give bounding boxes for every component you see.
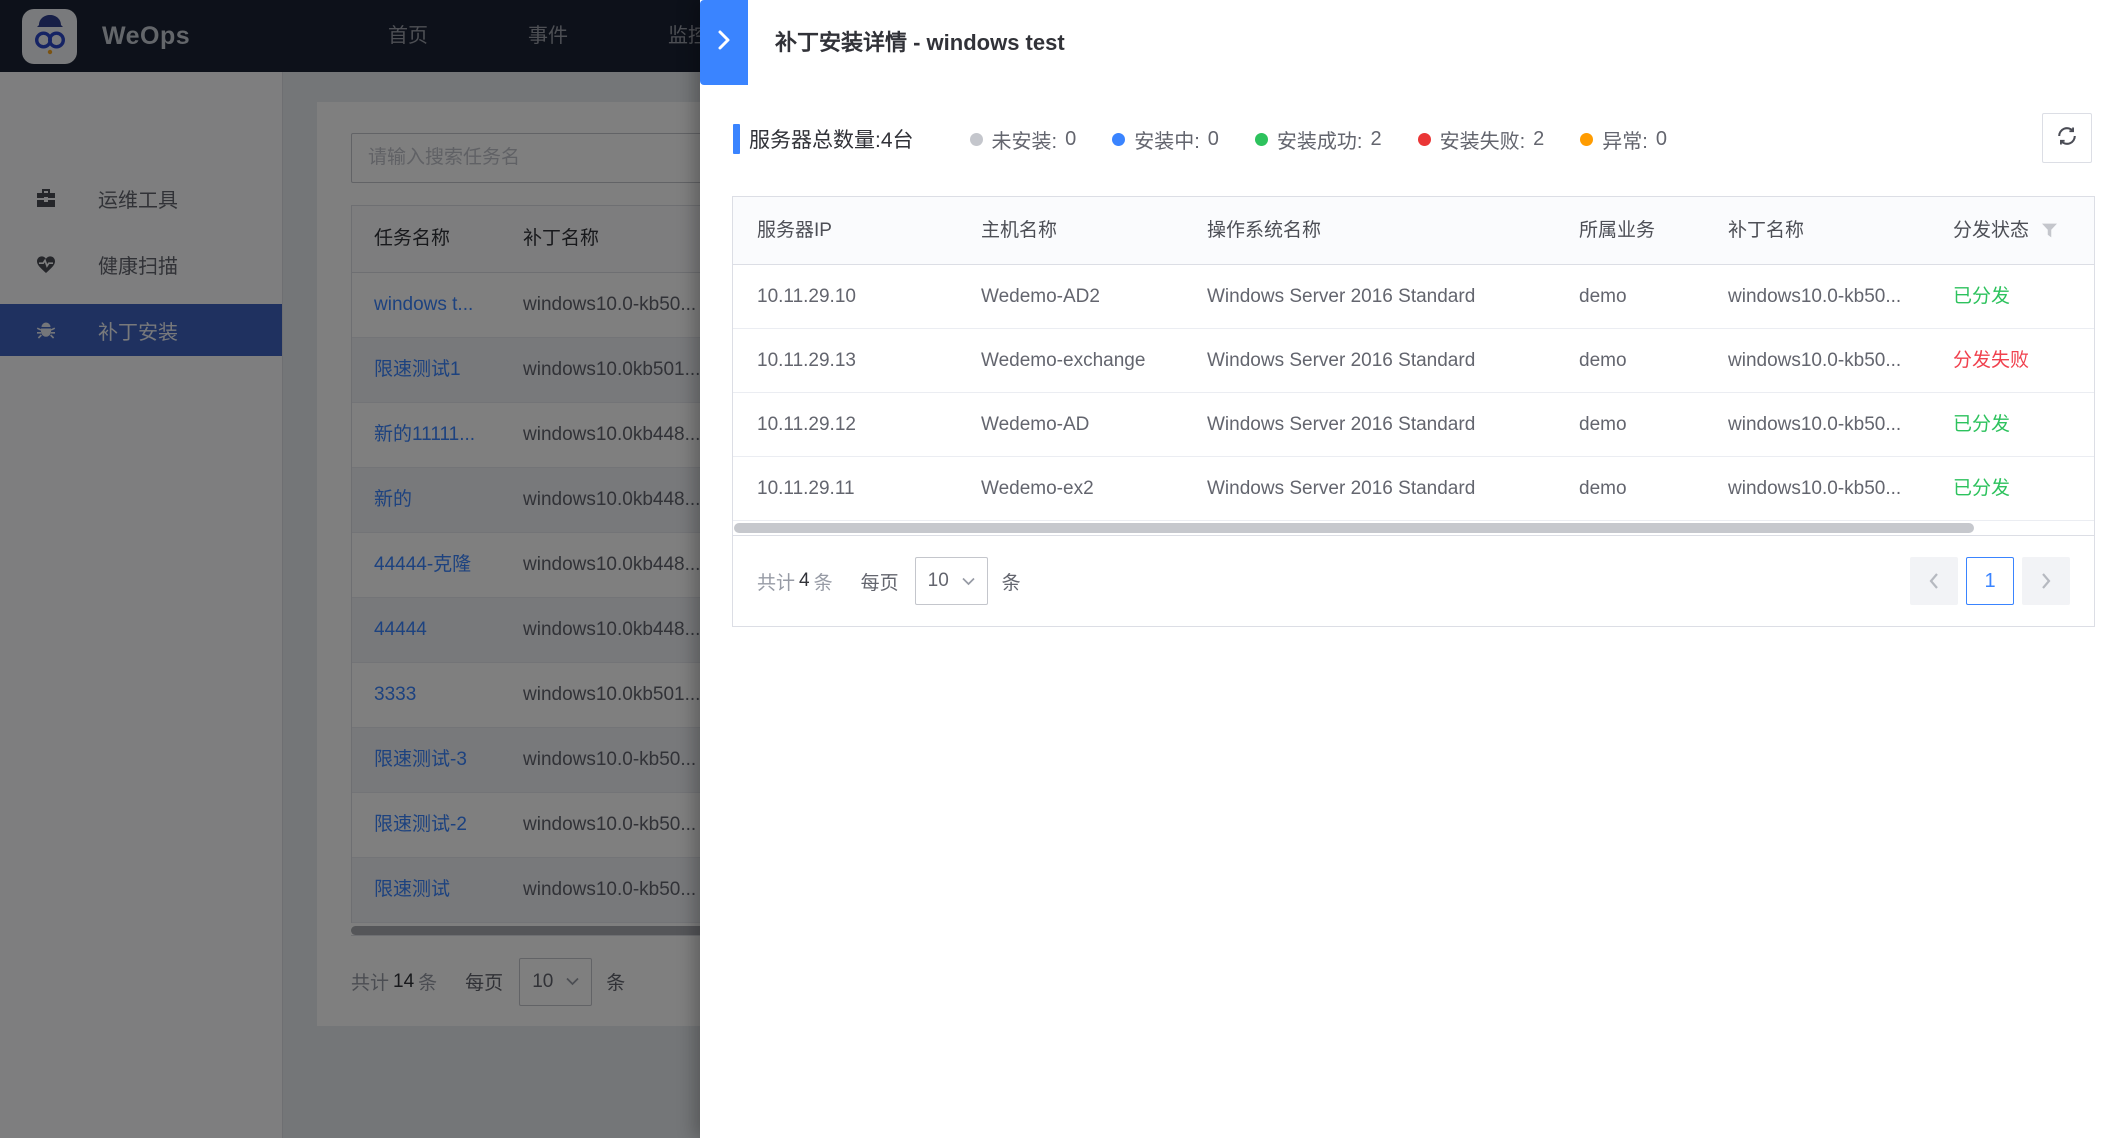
business-cell: demo bbox=[1555, 393, 1704, 456]
business-cell: demo bbox=[1555, 329, 1704, 392]
table-row: 10.11.29.12 Wedemo-AD Windows Server 201… bbox=[733, 393, 2094, 457]
status-dot-orange bbox=[1580, 133, 1593, 146]
table-row: 10.11.29.13 Wedemo-exchange Windows Serv… bbox=[733, 329, 2094, 393]
column-header-business: 所属业务 bbox=[1555, 197, 1704, 264]
server-ip-cell: 10.11.29.10 bbox=[733, 265, 957, 328]
legend-item-installing: 安装中: 0 bbox=[1112, 125, 1219, 154]
os-cell: Windows Server 2016 Standard bbox=[1183, 393, 1555, 456]
legend-label: 异常: bbox=[1602, 125, 1648, 154]
patch-cell: windows10.0-kb50... bbox=[1704, 265, 1929, 328]
server-ip-cell: 10.11.29.12 bbox=[733, 393, 957, 456]
refresh-button[interactable] bbox=[2042, 113, 2092, 163]
table-row: 10.11.29.11 Wedemo-ex2 Windows Server 20… bbox=[733, 457, 2094, 521]
status-dot-blue bbox=[1112, 133, 1125, 146]
status-dot-gray bbox=[970, 133, 983, 146]
per-page-label: 每页 bbox=[861, 568, 899, 595]
column-header-label: 分发状态 bbox=[1953, 220, 2029, 241]
hostname-cell: Wedemo-AD bbox=[957, 393, 1183, 456]
legend-value: 2 bbox=[1370, 128, 1381, 151]
legend-item-failed: 安装失败: 2 bbox=[1418, 125, 1545, 154]
patch-cell: windows10.0-kb50... bbox=[1704, 393, 1929, 456]
legend-value: 0 bbox=[1065, 128, 1076, 151]
accent-bar bbox=[733, 124, 740, 154]
legend-value: 0 bbox=[1208, 128, 1219, 151]
chevron-down-icon bbox=[962, 577, 975, 586]
column-header-hostname: 主机名称 bbox=[957, 197, 1183, 264]
hostname-cell: Wedemo-ex2 bbox=[957, 457, 1183, 520]
summary-bar: 服务器总数量:4台 未安装: 0 安装中: 0 安装成功: 2 bbox=[700, 113, 2125, 165]
pagination-total-prefix: 共计 bbox=[757, 568, 795, 595]
drawer-pagination: 共计 4 条 每页 10 条 1 bbox=[733, 535, 2094, 626]
status-dot-green bbox=[1255, 133, 1268, 146]
next-page-button[interactable] bbox=[2022, 557, 2070, 605]
unit-label: 条 bbox=[1002, 568, 1021, 595]
column-header-patch: 补丁名称 bbox=[1704, 197, 1929, 264]
business-cell: demo bbox=[1555, 265, 1704, 328]
legend-item-abnormal: 异常: 0 bbox=[1580, 125, 1667, 154]
horizontal-scrollbar bbox=[733, 521, 2094, 535]
legend-item-success: 安装成功: 2 bbox=[1255, 125, 1382, 154]
prev-page-button[interactable] bbox=[1910, 557, 1958, 605]
business-cell: demo bbox=[1555, 457, 1704, 520]
patch-detail-drawer: 补丁安装详情 - windows test 服务器总数量:4台 未安装: 0 安… bbox=[700, 0, 2125, 1138]
chevron-left-icon bbox=[1928, 572, 1940, 590]
chevron-right-icon bbox=[716, 29, 732, 56]
legend-value: 0 bbox=[1656, 128, 1667, 151]
status-dot-red bbox=[1418, 133, 1431, 146]
horizontal-scrollbar-thumb[interactable] bbox=[734, 523, 1974, 533]
legend-label: 安装失败: bbox=[1440, 125, 1526, 154]
patch-cell: windows10.0-kb50... bbox=[1704, 329, 1929, 392]
filter-funnel-icon[interactable] bbox=[2042, 223, 2057, 238]
legend-value: 2 bbox=[1533, 128, 1544, 151]
os-cell: Windows Server 2016 Standard bbox=[1183, 265, 1555, 328]
hostname-cell: Wedemo-exchange bbox=[957, 329, 1183, 392]
status-cell: 分发失败 bbox=[1929, 329, 2094, 392]
column-header-server-ip: 服务器IP bbox=[733, 197, 957, 264]
server-patch-table-header: 服务器IP 主机名称 操作系统名称 所属业务 补丁名称 分发状态 bbox=[733, 197, 2094, 265]
page-size-value: 10 bbox=[928, 570, 949, 592]
server-ip-cell: 10.11.29.13 bbox=[733, 329, 957, 392]
os-cell: Windows Server 2016 Standard bbox=[1183, 329, 1555, 392]
page-1-button[interactable]: 1 bbox=[1966, 557, 2014, 605]
legend-label: 安装中: bbox=[1134, 125, 1200, 154]
column-header-os: 操作系统名称 bbox=[1183, 197, 1555, 264]
server-total-label: 服务器总数量:4台 bbox=[749, 124, 914, 154]
refresh-icon bbox=[2054, 123, 2080, 154]
status-cell: 已分发 bbox=[1929, 457, 2094, 520]
page-size-select[interactable]: 10 bbox=[915, 557, 988, 605]
column-header-distribute-status: 分发状态 bbox=[1929, 197, 2094, 264]
pagination-total: 4 bbox=[799, 570, 810, 592]
drawer-title: 补丁安装详情 - windows test bbox=[775, 0, 1065, 85]
hostname-cell: Wedemo-AD2 bbox=[957, 265, 1183, 328]
server-ip-cell: 10.11.29.11 bbox=[733, 457, 957, 520]
chevron-right-icon bbox=[2040, 572, 2052, 590]
os-cell: Windows Server 2016 Standard bbox=[1183, 457, 1555, 520]
pagination-total-suffix: 条 bbox=[814, 568, 833, 595]
server-patch-table: 服务器IP 主机名称 操作系统名称 所属业务 补丁名称 分发状态 10.11.2… bbox=[732, 196, 2095, 627]
table-row: 10.11.29.10 Wedemo-AD2 Windows Server 20… bbox=[733, 265, 2094, 329]
legend-label: 安装成功: bbox=[1277, 125, 1363, 154]
status-cell: 已分发 bbox=[1929, 265, 2094, 328]
drawer-collapse-button[interactable] bbox=[700, 0, 748, 85]
status-legend: 未安装: 0 安装中: 0 安装成功: 2 安装失败: 2 bbox=[970, 125, 1667, 154]
legend-item-not-installed: 未安装: 0 bbox=[970, 125, 1077, 154]
status-cell: 已分发 bbox=[1929, 393, 2094, 456]
patch-cell: windows10.0-kb50... bbox=[1704, 457, 1929, 520]
legend-label: 未安装: bbox=[992, 125, 1058, 154]
app-root: WeOps 首页 事件 监控 运维工具 健康扫描 bbox=[0, 0, 2125, 1138]
